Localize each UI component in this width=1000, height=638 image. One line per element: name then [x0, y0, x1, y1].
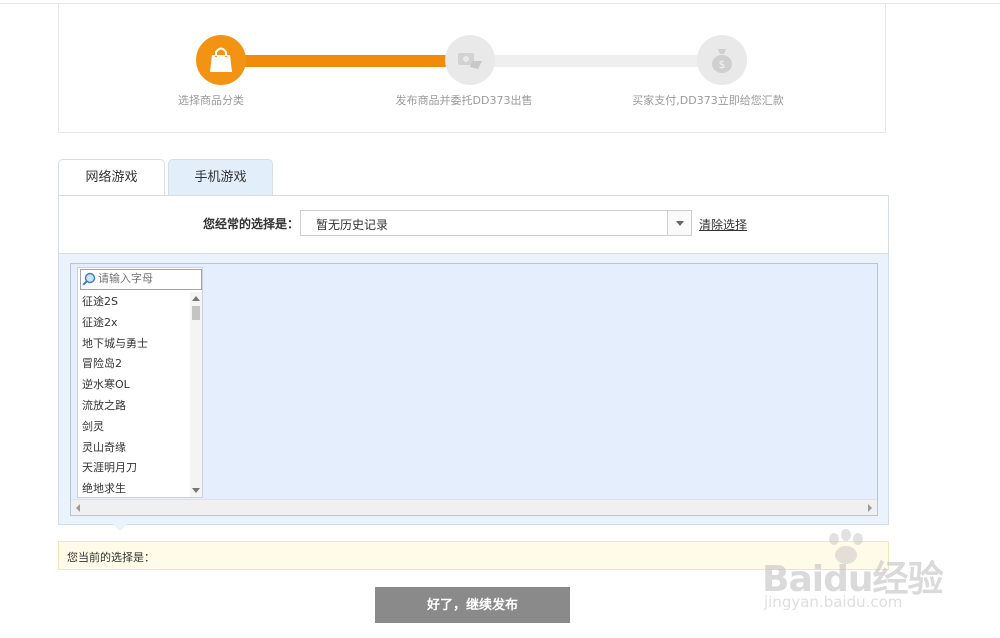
- list-item[interactable]: 剑灵: [82, 417, 188, 438]
- list-item[interactable]: 天涯明月刀: [82, 458, 188, 479]
- list-item[interactable]: 征途2S: [82, 292, 188, 313]
- list-item[interactable]: 流放之路: [82, 396, 188, 417]
- list-item[interactable]: 逆水寒OL: [82, 375, 188, 396]
- scroll-up-arrow-icon[interactable]: [192, 296, 200, 301]
- list-item[interactable]: 灵山奇缘: [82, 438, 188, 459]
- baidu-watermark: Baidu经验 jingyan.baidu.com: [762, 525, 962, 625]
- game-search-box[interactable]: [80, 269, 202, 290]
- horizontal-scrollbar[interactable]: [71, 499, 877, 515]
- game-list-items: 征途2S 征途2x 地下城与勇士 冒险岛2 逆水寒OL 流放之路 剑灵 灵山奇缘…: [82, 292, 188, 500]
- tab-online-games[interactable]: 网络游戏: [58, 159, 165, 195]
- progress-bar-filled: [239, 55, 447, 67]
- list-item[interactable]: 绝地求生: [82, 479, 188, 500]
- frequent-selection-panel: 您经常的选择是： 暂无历史记录 清除选择: [58, 195, 889, 255]
- step-1-circle: [196, 35, 246, 85]
- game-selection-area: 征途2S 征途2x 地下城与勇士 冒险岛2 逆水寒OL 流放之路 剑灵 灵山奇缘…: [58, 253, 889, 525]
- publish-handshake-icon: [458, 53, 482, 69]
- game-search-input[interactable]: [98, 271, 196, 286]
- shopping-bag-icon: [210, 47, 232, 72]
- step-1-label: 选择商品分类: [178, 94, 244, 107]
- search-icon: [82, 272, 96, 289]
- step-3-label: 买家支付,DD373立即给您汇款: [632, 94, 784, 107]
- current-selection-label: 您当前的选择是：: [67, 551, 155, 564]
- progress-steps: $ 选择商品分类 发布商品并委托DD373出售 买家支付,DD373立即给您汇款: [58, 4, 886, 133]
- svg-text:$: $: [719, 58, 726, 71]
- dropdown-arrow-icon[interactable]: [667, 211, 691, 235]
- scroll-right-arrow-icon[interactable]: [868, 504, 872, 512]
- watermark-url: jingyan.baidu.com: [764, 593, 903, 611]
- scroll-down-arrow-icon[interactable]: [192, 488, 200, 493]
- list-item[interactable]: 征途2x: [82, 313, 188, 334]
- history-select[interactable]: 暂无历史记录: [300, 210, 692, 236]
- progress-bar-empty: [493, 55, 703, 67]
- game-list-container: 征途2S 征途2x 地下城与勇士 冒险岛2 逆水寒OL 流放之路 剑灵 灵山奇缘…: [70, 263, 878, 516]
- history-select-value: 暂无历史记录: [316, 218, 389, 232]
- clear-selection-link[interactable]: 清除选择: [699, 216, 747, 233]
- scroll-left-arrow-icon[interactable]: [76, 504, 80, 512]
- list-item[interactable]: 地下城与勇士: [82, 334, 188, 355]
- step-3-circle: $: [697, 35, 747, 85]
- step-2-circle: [445, 35, 495, 85]
- frequent-selection-label: 您经常的选择是：: [203, 217, 300, 231]
- tab-mobile-games[interactable]: 手机游戏: [168, 159, 273, 195]
- game-list: 征途2S 征途2x 地下城与勇士 冒险岛2 逆水寒OL 流放之路 剑灵 灵山奇缘…: [77, 267, 203, 498]
- money-bag-icon: $: [712, 49, 732, 73]
- step-2-label: 发布商品并委托DD373出售: [395, 94, 533, 107]
- pointer-notch: [112, 523, 128, 531]
- scrollbar-thumb[interactable]: [192, 306, 200, 320]
- list-item[interactable]: 冒险岛2: [82, 354, 188, 375]
- game-list-scrollbar[interactable]: [190, 292, 202, 497]
- continue-publish-button[interactable]: 好了，继续发布: [375, 587, 570, 623]
